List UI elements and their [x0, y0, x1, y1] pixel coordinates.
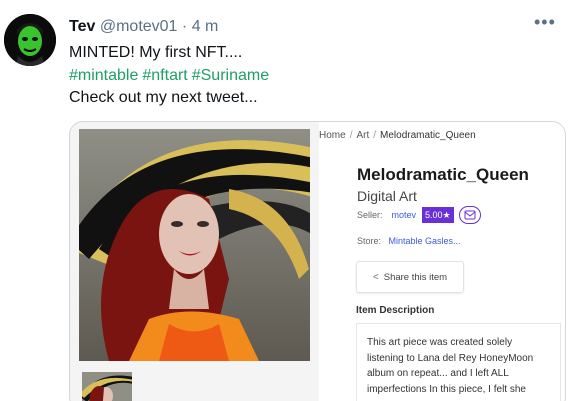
artwork-thumbnail[interactable]	[82, 372, 132, 401]
store-row: Store: Mintable Gasles...	[357, 236, 461, 246]
seller-row: Seller: motev 5.00★	[357, 206, 481, 224]
user-handle[interactable]: @motev01	[100, 18, 178, 35]
hashtag-link[interactable]: #mintable	[69, 67, 138, 84]
item-details-panel: Home / Art / Melodramatic_Queen Melodramatic…	[319, 122, 565, 401]
share-icon: <	[372, 271, 379, 283]
breadcrumb-home[interactable]: Home	[319, 130, 346, 141]
item-category: Digital Art	[357, 188, 417, 204]
store-label: Store:	[357, 236, 382, 246]
ellipsis-icon[interactable]: •••	[534, 13, 558, 31]
hashtag-line: #mintable #nftart #Suriname	[69, 65, 273, 88]
tweet-header: Tev @motev01 · 4 m	[69, 17, 218, 37]
avatar[interactable]	[4, 14, 56, 66]
item-title: Melodramatic_Queen	[357, 165, 529, 184]
breadcrumb-art[interactable]: Art	[356, 130, 369, 141]
tweet-line: MINTED! My first NFT....	[69, 44, 243, 61]
display-name[interactable]: Tev	[69, 18, 95, 35]
hashtag-link[interactable]: #Suriname	[192, 67, 269, 84]
hashtag-link[interactable]: #nftart	[142, 67, 187, 84]
avatar-face-icon	[4, 14, 56, 66]
share-button-label: Share this item	[383, 271, 448, 283]
link-preview-card[interactable]: Home / Art / Melodramatic_Queen Melodramatic…	[69, 121, 566, 401]
breadcrumb-current: Melodramatic_Queen	[380, 130, 476, 141]
item-description-heading: Item Description	[356, 305, 435, 316]
breadcrumb-separator: /	[373, 130, 377, 141]
breadcrumb: Home / Art / Melodramatic_Queen	[319, 130, 476, 141]
breadcrumb-separator: /	[349, 130, 353, 141]
tweet-text: MINTED! My first NFT.... #mintable #nftar…	[69, 42, 273, 110]
separator-dot: ·	[181, 18, 188, 35]
nft-artwork-image[interactable]	[79, 129, 310, 361]
thumbnail-image-icon	[82, 372, 132, 401]
tweet-line: Check out my next tweet...	[69, 89, 258, 106]
seller-link[interactable]: motev	[392, 210, 417, 220]
artwork-portrait-icon	[79, 129, 310, 361]
seller-label: Seller:	[357, 210, 383, 220]
message-seller-button[interactable]	[458, 206, 481, 224]
tweet[interactable]: Tev @motev01 · 4 m ••• MINTED! My first …	[0, 0, 568, 401]
store-link[interactable]: Mintable Gasles...	[389, 236, 461, 246]
share-item-button[interactable]: < Share this item	[356, 261, 464, 293]
item-description-text: This art piece was created solely listen…	[356, 323, 561, 401]
mail-icon	[464, 210, 476, 220]
tweet-timestamp[interactable]: 4 m	[192, 18, 219, 35]
seller-rating-badge: 5.00★	[422, 207, 454, 223]
